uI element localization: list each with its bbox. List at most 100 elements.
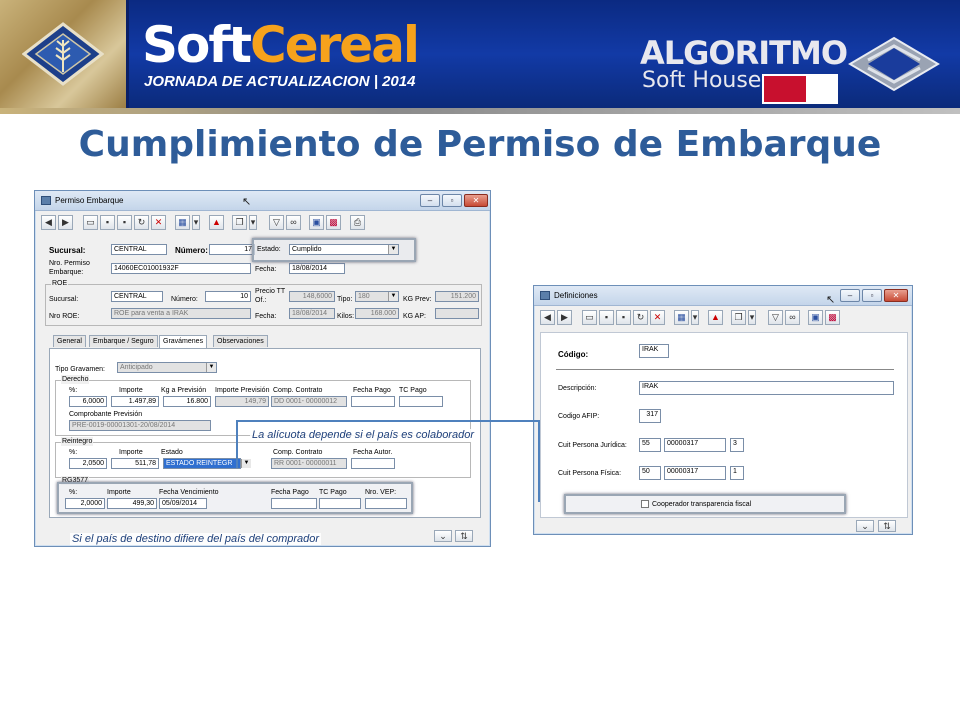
- reintegro-fecha-autor-field[interactable]: [351, 458, 395, 469]
- reintegro-pct-field[interactable]: 2,0500: [69, 458, 107, 469]
- roe-fecha-field[interactable]: 18/08/2014: [289, 308, 335, 319]
- nro-permiso-field[interactable]: 14060EC01001932F: [111, 263, 251, 274]
- precio-field[interactable]: 148,6000: [289, 291, 335, 302]
- definiciones-window[interactable]: Definiciones – ▫ ✕ ◀ ▶ ▭ ▪ ▪ ↻ ✕ ▦ ▾ ▲ ❐…: [533, 285, 913, 535]
- permiso-embarque-window[interactable]: Permiso Embarque – ▫ ✕ ◀ ▶ ▭ ▪ ▪ ↻ ✕ ▦ ▾…: [34, 190, 491, 547]
- refresh-icon[interactable]: ↻: [134, 215, 149, 230]
- sucursal-field[interactable]: CENTRAL: [111, 244, 167, 255]
- grid-icon[interactable]: ▦: [175, 215, 190, 230]
- copy-icon[interactable]: ❐: [232, 215, 247, 230]
- window-titlebar[interactable]: Permiso Embarque – ▫ ✕: [35, 191, 490, 211]
- cuit-fisica-prefix[interactable]: 50: [639, 466, 661, 480]
- derecho-importe-field[interactable]: 1.497,89: [111, 396, 159, 407]
- cuit-juridica-prefix[interactable]: 55: [639, 438, 661, 452]
- fecha-field[interactable]: 18/08/2014: [289, 263, 345, 274]
- cooperador-checkbox[interactable]: [641, 500, 649, 508]
- dropdown-arrow-icon[interactable]: ▾: [691, 310, 699, 325]
- roe-numero-field[interactable]: 10: [205, 291, 251, 302]
- tab-gravamenes[interactable]: Gravámenes: [159, 335, 208, 348]
- chevron-down-icon[interactable]: ▼: [388, 245, 398, 254]
- wheat-background: [0, 0, 126, 108]
- back-icon[interactable]: ◀: [540, 310, 555, 325]
- derecho-importe-prev-field[interactable]: 149,79: [215, 396, 269, 407]
- rg-pct-field[interactable]: 2,0000: [65, 498, 105, 509]
- roe-sucursal-field[interactable]: CENTRAL: [111, 291, 163, 302]
- derecho-comp-field[interactable]: DD 0001- 00000012: [271, 396, 347, 407]
- sort-icon[interactable]: ⇅: [455, 530, 473, 542]
- maximize-button[interactable]: ▫: [442, 194, 462, 207]
- export-icon[interactable]: ▣: [808, 310, 823, 325]
- refresh-icon[interactable]: ↻: [633, 310, 648, 325]
- binoculars-icon[interactable]: ∞: [785, 310, 800, 325]
- cuit-fisica-number[interactable]: 00000317: [664, 466, 726, 480]
- numero-field[interactable]: 17: [209, 244, 255, 255]
- delete-icon[interactable]: ✕: [151, 215, 166, 230]
- chevron-down-icon[interactable]: ▼: [241, 459, 251, 468]
- alert-icon[interactable]: ▲: [708, 310, 723, 325]
- dropdown-arrow-icon[interactable]: ▾: [748, 310, 756, 325]
- filter-icon[interactable]: ▽: [269, 215, 284, 230]
- chevron-down-icon[interactable]: ⌄: [856, 520, 874, 532]
- reintegro-comp-field[interactable]: RR 0001- 00000011: [271, 458, 347, 469]
- close-button[interactable]: ✕: [464, 194, 488, 207]
- disk-icon[interactable]: ▪: [616, 310, 631, 325]
- back-icon[interactable]: ◀: [41, 215, 56, 230]
- codigo-field[interactable]: IRAK: [639, 344, 669, 358]
- reintegro-importe-field[interactable]: 511,78: [111, 458, 159, 469]
- disk-icon[interactable]: ▪: [117, 215, 132, 230]
- grid-icon[interactable]: ▦: [674, 310, 689, 325]
- derecho-pct-field[interactable]: 6,0000: [69, 396, 107, 407]
- tab-observaciones[interactable]: Observaciones: [213, 335, 268, 347]
- rg-nro-vep-field[interactable]: [365, 498, 407, 509]
- chevron-down-icon[interactable]: ▼: [388, 292, 398, 301]
- nro-roe-field[interactable]: ROE para venta a IRAK: [111, 308, 251, 319]
- minimize-button[interactable]: –: [840, 289, 860, 302]
- delete-icon[interactable]: ✕: [650, 310, 665, 325]
- tab-general[interactable]: General: [53, 335, 86, 347]
- reintegro-estado-select[interactable]: ESTADO REINTEGR: [163, 458, 241, 469]
- filter-icon[interactable]: ▽: [768, 310, 783, 325]
- close-button[interactable]: ✕: [884, 289, 908, 302]
- forward-icon[interactable]: ▶: [557, 310, 572, 325]
- slide-title: Cumplimiento de Permiso de Embarque: [78, 124, 882, 165]
- chevron-down-icon[interactable]: ⌄: [434, 530, 452, 542]
- cuit-juridica-number[interactable]: 00000317: [664, 438, 726, 452]
- cuit-juridica-check[interactable]: 3: [730, 438, 744, 452]
- window-titlebar[interactable]: Definiciones – ▫ ✕: [534, 286, 912, 306]
- maximize-button[interactable]: ▫: [862, 289, 882, 302]
- minimize-button[interactable]: –: [420, 194, 440, 207]
- afip-field[interactable]: 317: [639, 409, 661, 423]
- rg-fecha-pago-field[interactable]: [271, 498, 317, 509]
- kgprev-field[interactable]: 151.200: [435, 291, 479, 302]
- estado-select[interactable]: Cumplido: [289, 244, 399, 255]
- palette-icon[interactable]: ▩: [825, 310, 840, 325]
- chevron-down-icon[interactable]: ▼: [206, 363, 216, 372]
- derecho-tc-pago-field[interactable]: [399, 396, 443, 407]
- rg-fecha-venc-field[interactable]: 05/09/2014: [159, 498, 207, 509]
- dropdown-arrow-icon[interactable]: ▾: [249, 215, 257, 230]
- new-icon[interactable]: ▭: [582, 310, 597, 325]
- save-icon[interactable]: ▪: [100, 215, 115, 230]
- comprobante-field[interactable]: PRE-0019-00001301-20/08/2014: [69, 420, 211, 431]
- rg-tc-pago-field[interactable]: [319, 498, 361, 509]
- kgap-field[interactable]: [435, 308, 479, 319]
- rg-importe-field[interactable]: 499,30: [107, 498, 157, 509]
- sort-icon[interactable]: ⇅: [878, 520, 896, 532]
- binoculars-icon[interactable]: ∞: [286, 215, 301, 230]
- tipo-gravamen-select[interactable]: Anticipado: [117, 362, 217, 373]
- descripcion-field[interactable]: IRAK: [639, 381, 894, 395]
- forward-icon[interactable]: ▶: [58, 215, 73, 230]
- kilos-field[interactable]: 168.000: [355, 308, 399, 319]
- save-icon[interactable]: ▪: [599, 310, 614, 325]
- alert-icon[interactable]: ▲: [209, 215, 224, 230]
- copy-icon[interactable]: ❐: [731, 310, 746, 325]
- tab-embarque-seguro[interactable]: Embarque / Seguro: [89, 335, 158, 347]
- export-icon[interactable]: ▣: [309, 215, 324, 230]
- new-icon[interactable]: ▭: [83, 215, 98, 230]
- derecho-fecha-pago-field[interactable]: [351, 396, 395, 407]
- cuit-fisica-check[interactable]: 1: [730, 466, 744, 480]
- print-icon[interactable]: ⎙: [350, 215, 365, 230]
- derecho-kg-field[interactable]: 16.800: [163, 396, 211, 407]
- dropdown-arrow-icon[interactable]: ▾: [192, 215, 200, 230]
- palette-icon[interactable]: ▩: [326, 215, 341, 230]
